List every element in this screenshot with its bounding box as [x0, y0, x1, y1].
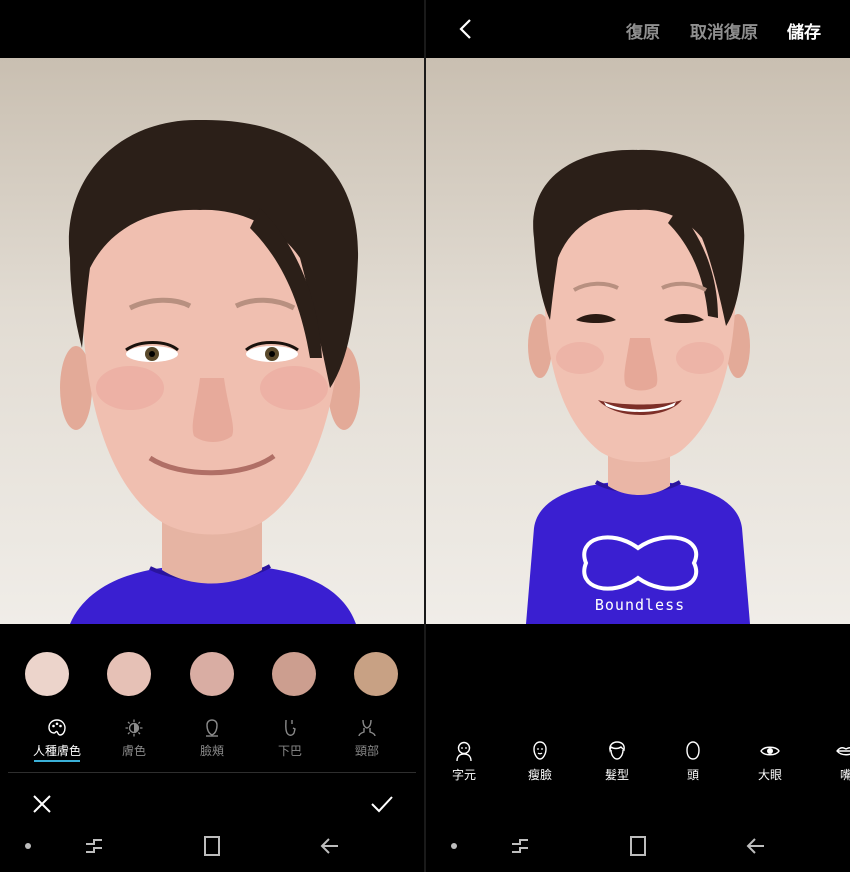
tab-label: 人種膚色: [32, 744, 81, 758]
feature-head[interactable]: 頭: [663, 740, 723, 783]
tab-label: 頸部: [354, 744, 379, 758]
feature-label: 髮型: [604, 768, 629, 782]
home-icon[interactable]: [626, 834, 650, 858]
skin-tone-swatch-4[interactable]: [272, 652, 316, 696]
tab-neck[interactable]: 頸部: [332, 718, 402, 759]
tab-label: 下巴: [277, 744, 302, 758]
eye-icon: [760, 746, 780, 756]
tab-chin[interactable]: 下巴: [255, 718, 325, 759]
dot-indicator-icon: [451, 843, 457, 849]
feature-character[interactable]: 字元: [434, 740, 494, 783]
hairstyle-icon: [609, 741, 625, 760]
face-outline-icon: [206, 719, 218, 737]
checkmark-icon[interactable]: [370, 794, 394, 814]
feature-mouth[interactable]: 嘴: [816, 740, 850, 783]
chin-icon: [285, 719, 296, 736]
recent-apps-icon[interactable]: [82, 834, 106, 858]
tab-label: 膚色: [121, 744, 146, 758]
feature-big-eyes[interactable]: 大眼: [740, 740, 800, 783]
feature-hairstyle[interactable]: 髮型: [587, 740, 647, 783]
feature-label: 瘦臉: [527, 768, 552, 782]
avatar-preview-full: Boundless: [426, 58, 850, 624]
tab-label: 臉頰: [199, 744, 224, 758]
palette-icon: [48, 719, 66, 736]
feature-label: 字元: [451, 768, 476, 782]
skin-tone-swatch-1[interactable]: [25, 652, 69, 696]
tab-cheeks[interactable]: 臉頰: [177, 718, 247, 759]
feature-slim-face[interactable]: 瘦臉: [510, 740, 570, 783]
close-icon[interactable]: [30, 792, 54, 816]
left-top-bar: [0, 0, 424, 58]
dot-indicator-icon: [25, 843, 31, 849]
skin-editor-panel: 人種膚色 膚色 臉頰 下巴 頸部: [0, 0, 424, 872]
feature-label: 頭: [686, 768, 699, 782]
restore-button[interactable]: 復原: [626, 18, 660, 43]
character-icon: [456, 741, 472, 762]
slim-face-icon: [533, 741, 547, 760]
neck-icon: [358, 719, 376, 737]
skin-tone-palette: [0, 652, 424, 698]
right-top-bar: 復原 取消復原 儲存: [426, 0, 850, 58]
feature-menu: 字元 瘦臉 髮型 頭 大眼 嘴: [426, 740, 850, 790]
back-chevron-icon[interactable]: [452, 14, 480, 44]
tab-skin-race[interactable]: 人種膚色: [22, 718, 92, 759]
undo-restore-button[interactable]: 取消復原: [690, 18, 758, 43]
avatar-preview-closeup: [0, 58, 424, 624]
skin-tone-swatch-2[interactable]: [107, 652, 151, 696]
avatar-closeup-illustration: [60, 119, 360, 624]
back-arrow-icon[interactable]: [744, 834, 768, 858]
feature-label: 大眼: [757, 768, 782, 782]
shirt-print-text: Boundless: [595, 596, 685, 614]
skin-tone-swatch-3[interactable]: [190, 652, 234, 696]
save-button[interactable]: 儲存: [787, 18, 821, 43]
divider: [8, 772, 416, 773]
avatar-editor-panel: 復原 取消復原 儲存 Boundless 字元 瘦臉 髮型 頭 大眼 嘴: [426, 0, 850, 872]
head-icon: [686, 741, 700, 760]
lips-icon: [836, 747, 850, 756]
tab-skin-color[interactable]: 膚色: [99, 718, 169, 759]
system-nav-bar: [0, 822, 424, 872]
home-icon[interactable]: [200, 834, 224, 858]
feature-label: 嘴: [839, 768, 850, 782]
recent-apps-icon[interactable]: [508, 834, 532, 858]
active-tab-indicator: [34, 760, 80, 762]
system-nav-bar: [426, 822, 850, 872]
skin-tone-swatch-5[interactable]: [354, 652, 398, 696]
back-arrow-icon[interactable]: [318, 834, 342, 858]
brightness-icon: [125, 719, 143, 737]
avatar-full-illustration: Boundless: [526, 149, 750, 624]
